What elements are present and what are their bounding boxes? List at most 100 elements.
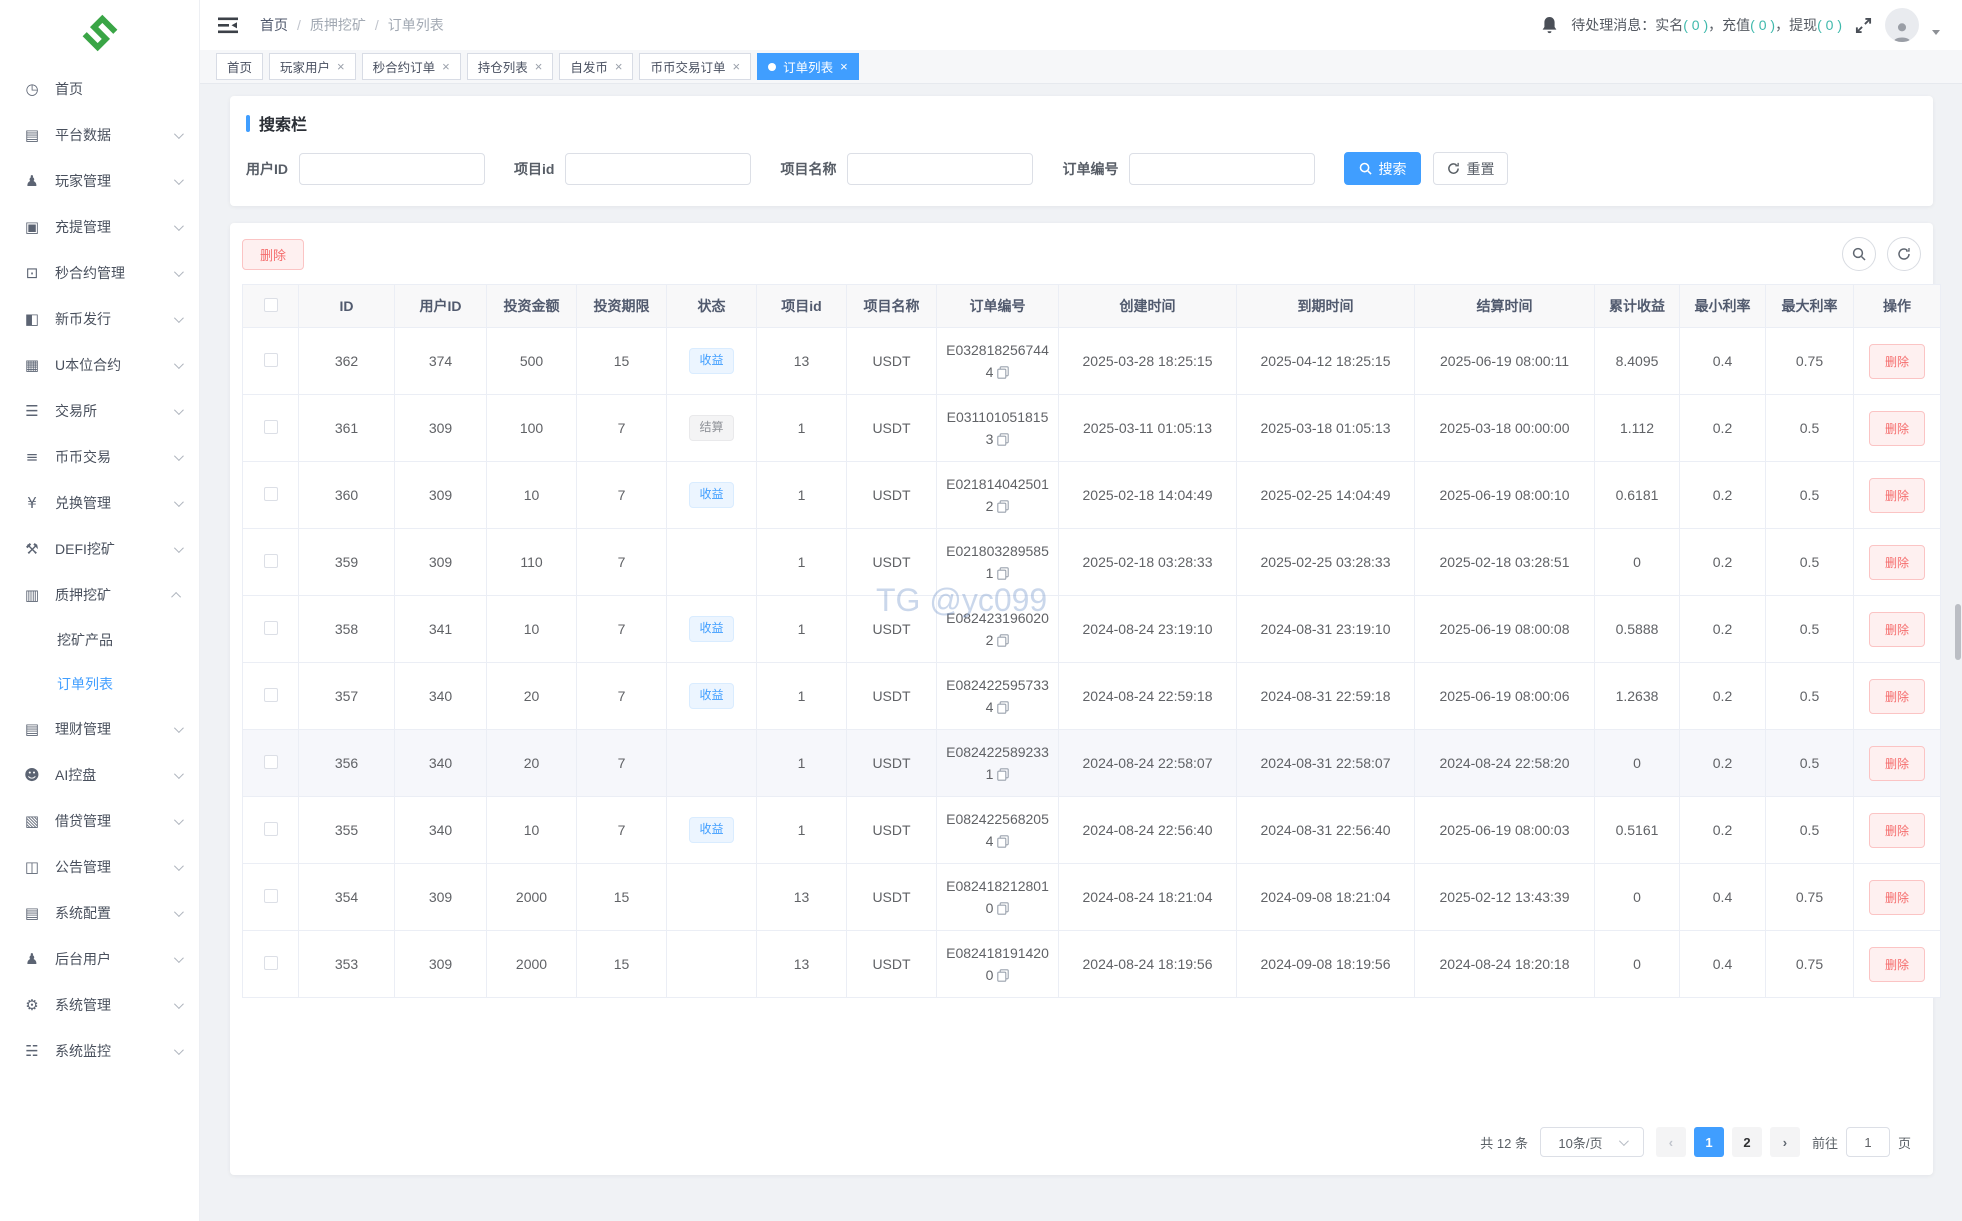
toggle-search-button[interactable] [1842,237,1876,271]
avatar[interactable] [1885,8,1919,42]
copy-icon[interactable] [997,433,1009,446]
prev-page-button[interactable]: ‹ [1656,1127,1686,1157]
tab-close-icon[interactable]: × [732,60,740,73]
copy-icon[interactable] [997,969,1009,982]
sidebar-item-平台数据[interactable]: ▤平台数据 [0,112,199,158]
tab-close-icon[interactable]: × [840,60,848,73]
tab-首页[interactable]: 首页 [216,53,263,80]
project-name-input[interactable] [847,153,1033,185]
sidebar-item-新币发行[interactable]: ◧新币发行 [0,296,199,342]
tab-玩家用户[interactable]: 玩家用户× [269,53,356,80]
table-row: 3563402071USDTE08242258923312024-08-24 2… [243,730,1941,797]
copy-icon[interactable] [997,567,1009,580]
row-checkbox[interactable] [264,353,278,367]
status-badge: 收益 [689,616,733,641]
sidebar-item-U本位合约[interactable]: ▦U本位合约 [0,342,199,388]
refresh-table-button[interactable] [1887,237,1921,271]
row-delete-button[interactable]: 删除 [1869,545,1925,580]
column-header-最大利率: 最大利率 [1766,285,1854,328]
sidebar-item-系统配置[interactable]: ▤系统配置 [0,890,199,936]
row-checkbox[interactable] [264,889,278,903]
bell-icon[interactable] [1541,16,1558,35]
tab-close-icon[interactable]: × [615,60,623,73]
tab-订单列表[interactable]: 订单列表× [757,53,859,80]
sidebar-subitem-订单列表[interactable]: 订单列表 [0,662,199,706]
sidebar-item-系统管理[interactable]: ⚙系统管理 [0,982,199,1028]
copy-icon[interactable] [997,366,1009,379]
row-delete-button[interactable]: 删除 [1869,478,1925,513]
copy-icon[interactable] [997,768,1009,781]
row-checkbox[interactable] [264,554,278,568]
msg-withdraw-label[interactable]: 提现 [1789,17,1817,33]
user-id-input[interactable] [299,153,485,185]
copy-icon[interactable] [997,902,1009,915]
copy-icon[interactable] [997,701,1009,714]
copy-icon[interactable] [997,500,1009,513]
tab-close-icon[interactable]: × [337,60,345,73]
msg-recharge-label[interactable]: 充值 [1722,17,1750,33]
row-checkbox[interactable] [264,420,278,434]
row-checkbox[interactable] [264,621,278,635]
reset-button[interactable]: 重置 [1433,152,1508,185]
sidebar-item-首页[interactable]: ◷首页 [0,66,199,112]
row-checkbox[interactable] [264,688,278,702]
sidebar-item-借贷管理[interactable]: ▧借贷管理 [0,798,199,844]
tab-币币交易订单[interactable]: 币币交易订单× [639,53,751,80]
tab-秒合约订单[interactable]: 秒合约订单× [362,53,461,80]
page-size-select[interactable]: 10条/页 [1540,1127,1644,1157]
page-button-2[interactable]: 2 [1732,1127,1762,1157]
row-delete-button[interactable]: 删除 [1869,880,1925,915]
sidebar-item-系统监控[interactable]: ☵系统监控 [0,1028,199,1074]
breadcrumb-home[interactable]: 首页 [260,15,288,35]
sidebar-subitem-挖矿产品[interactable]: 挖矿产品 [0,618,199,662]
search-button[interactable]: 搜索 [1344,152,1421,185]
sidebar-item-质押挖矿[interactable]: ▥质押挖矿 [0,572,199,618]
sidebar-collapse-icon[interactable] [218,16,240,34]
row-delete-button[interactable]: 删除 [1869,679,1925,714]
sidebar-item-秒合约管理[interactable]: ⊡秒合约管理 [0,250,199,296]
sidebar-item-理财管理[interactable]: ▤理财管理 [0,706,199,752]
row-checkbox[interactable] [264,487,278,501]
tab-持仓列表[interactable]: 持仓列表× [467,53,554,80]
sidebar-item-币币交易[interactable]: ≡币币交易 [0,434,199,480]
project-id-input[interactable] [565,153,751,185]
tab-close-icon[interactable]: × [535,60,543,73]
sidebar-item-DEFI挖矿[interactable]: ⚒DEFI挖矿 [0,526,199,572]
row-delete-button[interactable]: 删除 [1869,411,1925,446]
row-checkbox[interactable] [264,755,278,769]
select-all-checkbox[interactable] [264,298,278,312]
cell-amount: 500 [487,328,577,395]
scrollbar-thumb[interactable] [1955,604,1961,660]
sidebar-item-交易所[interactable]: ☰交易所 [0,388,199,434]
sidebar-item-兑换管理[interactable]: ¥兑换管理 [0,480,199,526]
sidebar-item-AI控盘[interactable]: ☻AI控盘 [0,752,199,798]
copy-icon[interactable] [997,835,1009,848]
next-page-button[interactable]: › [1770,1127,1800,1157]
row-delete-button[interactable]: 删除 [1869,947,1925,982]
order-no-input[interactable] [1129,153,1315,185]
copy-icon[interactable] [997,634,1009,647]
row-delete-button[interactable]: 删除 [1869,813,1925,848]
status-badge: 收益 [689,817,733,842]
row-delete-button[interactable]: 删除 [1869,344,1925,379]
msg-realname-count[interactable]: ( 0 ) [1683,17,1708,33]
sidebar-item-玩家管理[interactable]: ♟玩家管理 [0,158,199,204]
sidebar-item-公告管理[interactable]: ◫公告管理 [0,844,199,890]
row-checkbox[interactable] [264,822,278,836]
msg-withdraw-count[interactable]: ( 0 ) [1817,17,1842,33]
row-checkbox[interactable] [264,956,278,970]
page-button-1[interactable]: 1 [1694,1127,1724,1157]
tab-自发币[interactable]: 自发币× [559,53,633,80]
user-menu-caret-icon[interactable] [1932,30,1940,35]
msg-recharge-count[interactable]: ( 0 ) [1750,17,1775,33]
sidebar-item-后台用户[interactable]: ♟后台用户 [0,936,199,982]
tab-close-icon[interactable]: × [442,60,450,73]
row-delete-button[interactable]: 删除 [1869,612,1925,647]
fullscreen-icon[interactable] [1855,17,1872,34]
msg-realname-label[interactable]: 实名 [1655,17,1683,33]
sidebar-item-充提管理[interactable]: ▣充提管理 [0,204,199,250]
order-no-text: E0328182567444 [946,342,1049,380]
row-delete-button[interactable]: 删除 [1869,746,1925,781]
bulk-delete-button[interactable]: 删除 [242,239,304,270]
goto-page-input[interactable] [1846,1127,1890,1157]
